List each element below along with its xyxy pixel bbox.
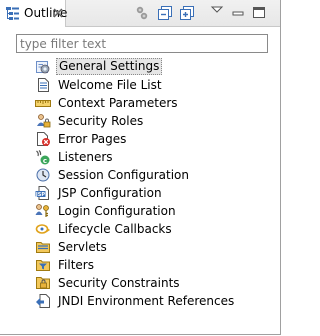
tree-item-label: General Settings [56, 58, 163, 75]
collapse-all-icon[interactable] [157, 5, 173, 21]
tree-item-label: Session Configuration [58, 168, 189, 182]
filter-input[interactable] [16, 34, 268, 53]
maximize-icon[interactable] [251, 5, 267, 21]
tree-item-login-configuration[interactable]: Login Configuration [35, 202, 275, 220]
expand-all-icon[interactable] [179, 5, 195, 21]
tree-item-servlets[interactable]: Servlets [35, 238, 275, 256]
tree-item-filters[interactable]: Filters [35, 256, 275, 274]
view-tab-bar: Outline [0, 0, 280, 27]
security-roles-icon [37, 114, 51, 128]
outline-tab[interactable]: Outline [0, 0, 67, 27]
sort-icon[interactable] [134, 5, 150, 21]
jsp-configuration-icon: JSP [35, 186, 49, 200]
tree-item-label: Servlets [58, 240, 107, 254]
tree-item-general-settings[interactable]: General Settings [35, 58, 275, 76]
tree-item-label: Security Constraints [58, 276, 180, 290]
session-configuration-icon [36, 168, 50, 182]
jndi-environment-references-icon [36, 294, 50, 308]
tree-item-label: Listeners [58, 150, 113, 164]
minimize-icon[interactable] [230, 5, 246, 21]
tree-item-label: Login Configuration [58, 204, 176, 218]
servlets-icon [36, 242, 50, 253]
outline-view: Outline type filter text General Setting… [0, 0, 281, 335]
tree-item-lifecycle-callbacks[interactable]: Lifecycle Callbacks [35, 220, 275, 238]
tree-item-error-pages[interactable]: Error Pages [35, 130, 275, 148]
tree-item-security-roles[interactable]: Security Roles [35, 112, 275, 130]
general-settings-icon [36, 61, 50, 74]
listeners-icon: c [36, 150, 50, 165]
tree-item-jndi-environment-references[interactable]: JNDI Environment References [35, 292, 275, 310]
error-pages-icon [37, 132, 50, 146]
svg-text:c: c [43, 157, 47, 165]
tree-item-label: Context Parameters [58, 96, 178, 110]
login-configuration-icon [35, 204, 49, 217]
lifecycle-callbacks-icon [35, 224, 50, 234]
tree-item-welcome-file-list[interactable]: Welcome File List [35, 76, 275, 94]
security-constraints-icon [36, 277, 50, 289]
tree-item-label: Filters [58, 258, 94, 272]
tree-item-session-configuration[interactable]: Session Configuration [35, 166, 275, 184]
outline-icon [6, 7, 19, 20]
welcome-file-list-icon [38, 78, 49, 92]
view-menu-icon[interactable] [209, 3, 225, 19]
tree-item-context-parameters[interactable]: Context Parameters [35, 94, 275, 112]
context-parameters-icon [35, 100, 51, 107]
tree-item-label: Welcome File List [58, 78, 162, 92]
tree-item-label: Error Pages [58, 132, 127, 146]
svg-text:JSP: JSP [35, 192, 45, 198]
tree-item-label: JSP Configuration [58, 186, 162, 200]
tree-item-label: JNDI Environment References [58, 294, 235, 308]
tree-item-jsp-configuration[interactable]: JSP JSP Configuration [35, 184, 275, 202]
tree-item-label: Security Roles [58, 114, 144, 128]
tree-item-label: Lifecycle Callbacks [58, 222, 172, 236]
outline-tree: General Settings Welcome File List Conte… [35, 58, 275, 310]
tree-item-listeners[interactable]: c Listeners [35, 148, 275, 166]
filters-icon [36, 260, 50, 271]
tree-item-security-constraints[interactable]: Security Constraints [35, 274, 275, 292]
close-icon[interactable] [53, 8, 63, 18]
